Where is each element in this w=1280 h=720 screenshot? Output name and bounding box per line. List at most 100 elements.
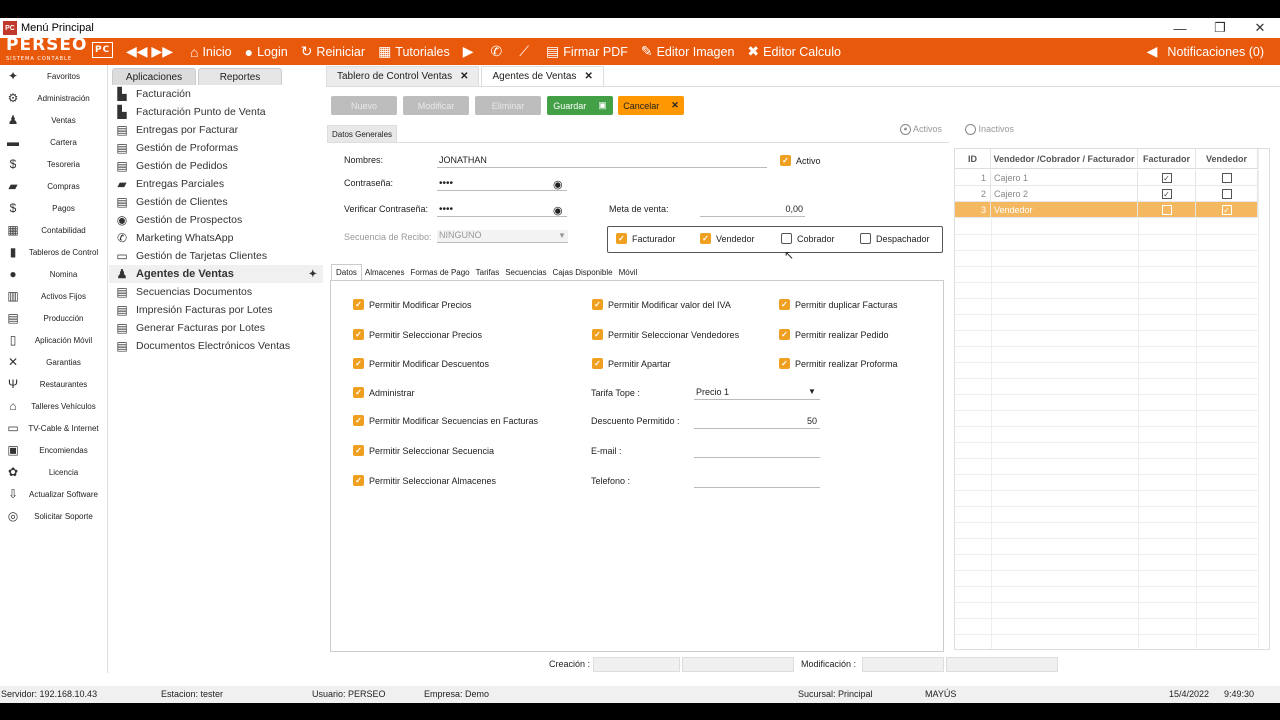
sidebar-item-restaurantes[interactable]: Ψ Restaurantes bbox=[0, 373, 107, 395]
subtab-movil[interactable]: Móvil bbox=[616, 265, 641, 280]
perm-checkbox[interactable]: ✓ bbox=[779, 329, 790, 340]
perm-checkbox[interactable]: ✓ bbox=[353, 415, 364, 426]
menu-item-tarjetas[interactable]: ▭ Gestión de Tarjetas Clientes bbox=[109, 247, 323, 265]
subtab-cajas[interactable]: Cajas Disponible bbox=[550, 265, 616, 280]
table-row[interactable]: 1 Cajero 1 ✓ bbox=[955, 170, 1258, 186]
cobrador-checkbox[interactable] bbox=[781, 233, 792, 244]
eye-icon[interactable]: ◉ bbox=[553, 204, 563, 217]
whatsapp-button[interactable]: ✆ bbox=[491, 43, 507, 60]
menu-item-pedidos[interactable]: ▤ Gestión de Pedidos bbox=[109, 157, 323, 175]
perm-checkbox[interactable]: ✓ bbox=[353, 445, 364, 456]
menu-item-entregas[interactable]: ▤ Entregas por Facturar bbox=[109, 121, 323, 139]
subtab-tarifas[interactable]: Tarifas bbox=[473, 265, 503, 280]
menu-item-agentes[interactable]: ♟ Agentes de Ventas ✦ bbox=[109, 265, 323, 283]
verify-password-field[interactable]: •••• bbox=[437, 204, 567, 217]
row-vendedor[interactable] bbox=[1196, 170, 1258, 186]
menu-item-parciales[interactable]: ▰ Entregas Parciales bbox=[109, 175, 323, 193]
row-vendedor[interactable] bbox=[1196, 186, 1258, 202]
facturador-checkbox[interactable]: ✓ bbox=[616, 233, 627, 244]
sidebar-item-movil[interactable]: ▯ Aplicación Móvil bbox=[0, 329, 107, 351]
meta-field[interactable]: 0,00 bbox=[700, 204, 805, 217]
menu-item-prospectos[interactable]: ◉ Gestión de Prospectos bbox=[109, 211, 323, 229]
sidebar-item-talleres[interactable]: ⌂ Talleres Vehículos bbox=[0, 395, 107, 417]
subtab-almacenes[interactable]: Almacenes bbox=[362, 265, 408, 280]
sidebar-item-encomiendas[interactable]: ▣ Encomiendas bbox=[0, 439, 107, 461]
perm-checkbox[interactable]: ✓ bbox=[353, 299, 364, 310]
editor-calculo-button[interactable]: ✖ Editor Calculo bbox=[747, 43, 841, 60]
guardar-button[interactable]: Guardar ▣ bbox=[547, 96, 613, 115]
close-icon[interactable]: ✕ bbox=[460, 71, 468, 82]
grid-header-id[interactable]: ID bbox=[955, 149, 991, 169]
close-icon[interactable]: ✕ bbox=[584, 71, 592, 82]
modificar-button[interactable]: Modificar bbox=[403, 96, 469, 115]
descuento-field[interactable]: 50 bbox=[694, 416, 820, 429]
toolbar-back-forward[interactable]: ◀◀ ▶▶ bbox=[126, 43, 177, 60]
youtube-button[interactable]: ▶ bbox=[463, 43, 478, 60]
radio-activos[interactable]: ● Activos bbox=[900, 124, 942, 136]
perm-checkbox[interactable]: ✓ bbox=[353, 387, 364, 398]
password-field[interactable]: •••• bbox=[437, 178, 567, 191]
notifications-button[interactable]: ◀ Notificaciones (0) bbox=[1147, 38, 1264, 65]
email-field[interactable] bbox=[694, 445, 820, 458]
nombres-field[interactable]: JONATHAN bbox=[437, 155, 767, 168]
minimize-button[interactable]: — bbox=[1160, 18, 1200, 38]
menu-item-whatsapp[interactable]: ✆ Marketing WhatsApp bbox=[109, 229, 323, 247]
despachador-checkbox[interactable] bbox=[860, 233, 871, 244]
perm-checkbox[interactable]: ✓ bbox=[779, 358, 790, 369]
sidebar-item-actualizar[interactable]: ⇩ Actualizar Software bbox=[0, 483, 107, 505]
sidebar-item-favoritos[interactable]: ✦ Favoritos bbox=[0, 65, 107, 87]
nuevo-button[interactable]: Nuevo bbox=[331, 96, 397, 115]
grid-header-name[interactable]: Vendedor /Cobrador / Facturador bbox=[991, 149, 1138, 169]
sidebar-item-soporte[interactable]: ◎ Solicitar Soporte bbox=[0, 505, 107, 527]
sidebar-item-ventas[interactable]: ♟ Ventas bbox=[0, 109, 107, 131]
cancelar-button[interactable]: Cancelar ✕ bbox=[618, 96, 684, 115]
row-facturador[interactable] bbox=[1138, 202, 1196, 218]
subtab-secuencias[interactable]: Secuencias bbox=[502, 265, 549, 280]
sidebar-item-produccion[interactable]: ▤ Producción bbox=[0, 307, 107, 329]
menu-item-facturacion-pv[interactable]: ▙ Facturación Punto de Venta bbox=[109, 103, 323, 121]
close-button[interactable]: ✕ bbox=[1240, 18, 1280, 38]
row-vendedor[interactable]: ✓ bbox=[1196, 202, 1258, 218]
tab-aplicaciones[interactable]: Aplicaciones bbox=[112, 68, 196, 85]
grid-header-vendedor[interactable]: Vendedor bbox=[1196, 149, 1258, 169]
table-row[interactable]: 2 Cajero 2 ✓ bbox=[955, 186, 1258, 202]
sidebar-item-tableros[interactable]: ▮ Tableros de Control bbox=[0, 241, 107, 263]
tab-reportes[interactable]: Reportes bbox=[198, 68, 282, 85]
menu-item-electronicos[interactable]: ▤ Documentos Electrónicos Ventas bbox=[109, 337, 323, 355]
perm-checkbox[interactable]: ✓ bbox=[353, 475, 364, 486]
subtab-datos[interactable]: Datos bbox=[331, 264, 362, 280]
radio-inactivos[interactable]: Inactivos bbox=[965, 124, 1014, 136]
perm-checkbox[interactable]: ✓ bbox=[592, 299, 603, 310]
sidebar-item-cartera[interactable]: ▬ Cartera bbox=[0, 131, 107, 153]
firmar-pdf-button[interactable]: ▤ Firmar PDF bbox=[546, 43, 628, 60]
sidebar-item-activos[interactable]: ▥ Activos Fijos bbox=[0, 285, 107, 307]
menu-item-impresion[interactable]: ▤ Impresión Facturas por Lotes bbox=[109, 301, 323, 319]
sidebar-item-pagos[interactable]: $ Pagos bbox=[0, 197, 107, 219]
menu-item-facturacion[interactable]: ▙ Facturación bbox=[109, 85, 323, 103]
secuencia-select[interactable]: NINGUNO bbox=[437, 230, 568, 243]
chart-button[interactable]: ⟋ bbox=[519, 43, 533, 60]
menu-item-proformas[interactable]: ▤ Gestión de Proformas bbox=[109, 139, 323, 157]
perm-checkbox[interactable]: ✓ bbox=[353, 329, 364, 340]
subtab-formas-pago[interactable]: Formas de Pago bbox=[407, 265, 472, 280]
activo-checkbox[interactable]: ✓ bbox=[780, 155, 791, 166]
tutoriales-button[interactable]: ▦ Tutoriales bbox=[378, 43, 450, 60]
vendedor-checkbox[interactable]: ✓ bbox=[700, 233, 711, 244]
eye-icon[interactable]: ◉ bbox=[553, 178, 563, 191]
sidebar-item-administracion[interactable]: ⚙ Administración bbox=[0, 87, 107, 109]
maximize-button[interactable]: ❐ bbox=[1200, 18, 1240, 38]
sidebar-item-compras[interactable]: ▰ Compras bbox=[0, 175, 107, 197]
pin-icon[interactable]: ✦ bbox=[309, 269, 317, 280]
sidebar-item-tesoreria[interactable]: $ Tesoreria bbox=[0, 153, 107, 175]
sidebar-item-nomina[interactable]: ● Nomina bbox=[0, 263, 107, 285]
grid-header-facturador[interactable]: Facturador bbox=[1138, 149, 1196, 169]
perm-checkbox[interactable]: ✓ bbox=[353, 358, 364, 369]
menu-item-secuencias[interactable]: ▤ Secuencias Documentos bbox=[109, 283, 323, 301]
tarifa-select[interactable]: Precio 1 bbox=[694, 387, 820, 400]
editor-imagen-button[interactable]: ✎ Editor Imagen bbox=[641, 43, 735, 60]
tab-tablero-ventas[interactable]: Tablero de Control Ventas ✕ bbox=[326, 66, 480, 86]
sidebar-item-contabilidad[interactable]: ▦ Contabilidad bbox=[0, 219, 107, 241]
row-facturador[interactable]: ✓ bbox=[1138, 186, 1196, 202]
tab-datos-generales[interactable]: Datos Generales bbox=[327, 125, 398, 143]
menu-item-generar[interactable]: ▤ Generar Facturas por Lotes bbox=[109, 319, 323, 337]
